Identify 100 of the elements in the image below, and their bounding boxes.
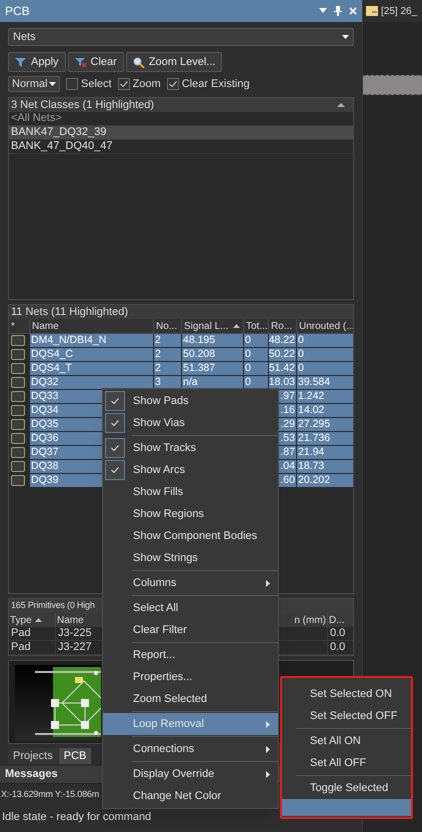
table-cell: 51.387	[182, 362, 244, 376]
dropdown-value: Normal	[12, 76, 48, 92]
menu-item[interactable]: Set All OFF	[282, 752, 411, 774]
document-icon	[366, 6, 378, 16]
table-cell: 0	[244, 362, 269, 376]
net-color-swatch[interactable]	[11, 349, 25, 360]
collapse-icon[interactable]	[337, 103, 345, 107]
table-cell: 48.195	[182, 334, 244, 348]
table-cell: 51.42	[269, 362, 297, 376]
table-cell: DQS4_C	[30, 348, 154, 362]
menu-item[interactable]: Show Regions	[103, 503, 278, 525]
zoom-button[interactable]: Zoom Level...	[126, 52, 222, 72]
highlight-mode-dropdown[interactable]: Normal	[8, 76, 60, 92]
checkbox[interactable]	[166, 78, 179, 90]
table-cell: 2	[154, 362, 182, 376]
search-icon	[132, 56, 145, 68]
column-header[interactable]: No...	[154, 319, 182, 333]
net-color-swatch[interactable]	[11, 433, 25, 444]
menu-item[interactable]: Select All	[103, 597, 278, 619]
check-icon	[105, 460, 125, 480]
menu-item[interactable]: Columns	[103, 572, 278, 594]
table-cell: 0	[244, 348, 269, 362]
check-icon	[105, 438, 125, 458]
table-cell: 0.0	[328, 627, 353, 640]
table-cell: 0	[297, 362, 353, 376]
net-color-swatch[interactable]	[11, 461, 25, 472]
apply-button[interactable]: Apply	[8, 52, 66, 72]
menu-item[interactable]: Set Selected OFF	[282, 705, 411, 727]
section-title: 165 Primitives (0 High	[11, 599, 95, 612]
pin-icon[interactable]	[334, 6, 342, 16]
table-cell: 27.295	[297, 418, 353, 432]
net-color-swatch[interactable]	[11, 447, 25, 458]
menu-item[interactable]: Display Override	[103, 763, 278, 785]
menu-item[interactable]: Properties...	[103, 666, 278, 688]
clear-filter-icon	[74, 56, 87, 68]
table-cell: 14.02	[297, 404, 353, 418]
submenu-arrow-icon	[266, 720, 270, 728]
submenu-arrow-icon	[266, 746, 270, 752]
checkbox-label: Clear Existing	[182, 76, 250, 92]
column-header[interactable]: Name	[30, 319, 154, 333]
section-title: 11 Nets (11 Highlighted)	[11, 305, 128, 320]
submenu-arrow-icon	[266, 580, 270, 586]
column-header[interactable]: Signal L...	[182, 319, 244, 333]
table-cell: 48.22	[269, 334, 297, 348]
dropdown-icon[interactable]	[319, 8, 327, 14]
check-icon	[105, 413, 125, 433]
checkbox-label: Zoom	[132, 76, 161, 92]
table-cell: 0.0	[328, 641, 353, 654]
filter-icon	[15, 56, 27, 68]
menu-item[interactable]: Show Component Bodies	[103, 525, 278, 547]
column-header[interactable]: D...	[328, 613, 353, 627]
net-class-item[interactable]: BANK_47_DQ40_47	[9, 140, 353, 154]
caret-icon	[49, 82, 56, 86]
panel-tab[interactable]: Projects	[8, 748, 58, 764]
submenu-arrow-icon	[266, 770, 270, 778]
table-cell: 21.736	[297, 432, 353, 446]
net-color-swatch[interactable]	[11, 335, 25, 346]
caret-icon	[342, 35, 349, 39]
table-cell: 50.22	[269, 348, 297, 362]
net-color-swatch[interactable]	[11, 391, 25, 402]
checkbox[interactable]	[118, 78, 130, 90]
menu-item[interactable]: Change Net Color	[103, 785, 278, 807]
sort-icon	[233, 324, 240, 328]
status-text: Idle state - ready for command	[2, 810, 152, 825]
checkbox[interactable]	[66, 78, 78, 90]
net-color-swatch[interactable]	[11, 363, 25, 374]
menu-item[interactable]: Toggle Selected	[282, 777, 411, 799]
table-cell: 2	[154, 348, 182, 362]
menu-item[interactable]: Set Selected ON	[282, 683, 411, 705]
table-cell: 21.94	[297, 446, 353, 460]
menu-item[interactable]: Set All ON	[282, 730, 411, 752]
checkbox-label: Select	[81, 76, 112, 92]
cursor-coordinates: X:-13.629mm Y:-15.086m	[1, 788, 99, 802]
menu-item[interactable]: Zoom Selected	[103, 688, 278, 710]
table-cell: DM4_N/DBI4_N	[30, 334, 154, 348]
table-cell: 2	[154, 334, 182, 348]
close-icon[interactable]	[349, 7, 357, 15]
table-cell: 39.584	[297, 376, 353, 390]
net-color-swatch[interactable]	[11, 377, 25, 388]
column-header[interactable]: Tot...	[244, 319, 269, 333]
dropdown-value: Nets	[13, 30, 36, 45]
canvas-bar	[363, 75, 422, 95]
column-header[interactable]: Type	[9, 613, 56, 627]
clear-button[interactable]: Clear	[68, 52, 124, 72]
mode-dropdown[interactable]: Nets	[8, 28, 354, 46]
menu-item[interactable]: Show Strings	[103, 547, 278, 569]
section-title: 3 Net Classes (1 Highlighted)	[11, 98, 154, 113]
panel-tab[interactable]: PCB	[58, 748, 92, 764]
net-color-swatch[interactable]	[11, 405, 25, 416]
table-cell: Pad	[9, 641, 56, 654]
menu-item[interactable]: Show Vias	[103, 412, 278, 434]
column-header[interactable]: *	[9, 319, 30, 333]
document-tab[interactable]: [25] 26_	[363, 0, 422, 22]
net-color-swatch[interactable]	[11, 419, 25, 430]
column-header[interactable]: Ro...	[269, 319, 297, 333]
menu-item[interactable]: Connections	[103, 738, 278, 760]
menu-item[interactable]: Show Tracks	[103, 437, 278, 459]
table-cell: DQS4_T	[30, 362, 154, 376]
net-color-swatch[interactable]	[11, 475, 25, 486]
net-class-item[interactable]: BANK47_DQ32_39	[9, 126, 353, 140]
